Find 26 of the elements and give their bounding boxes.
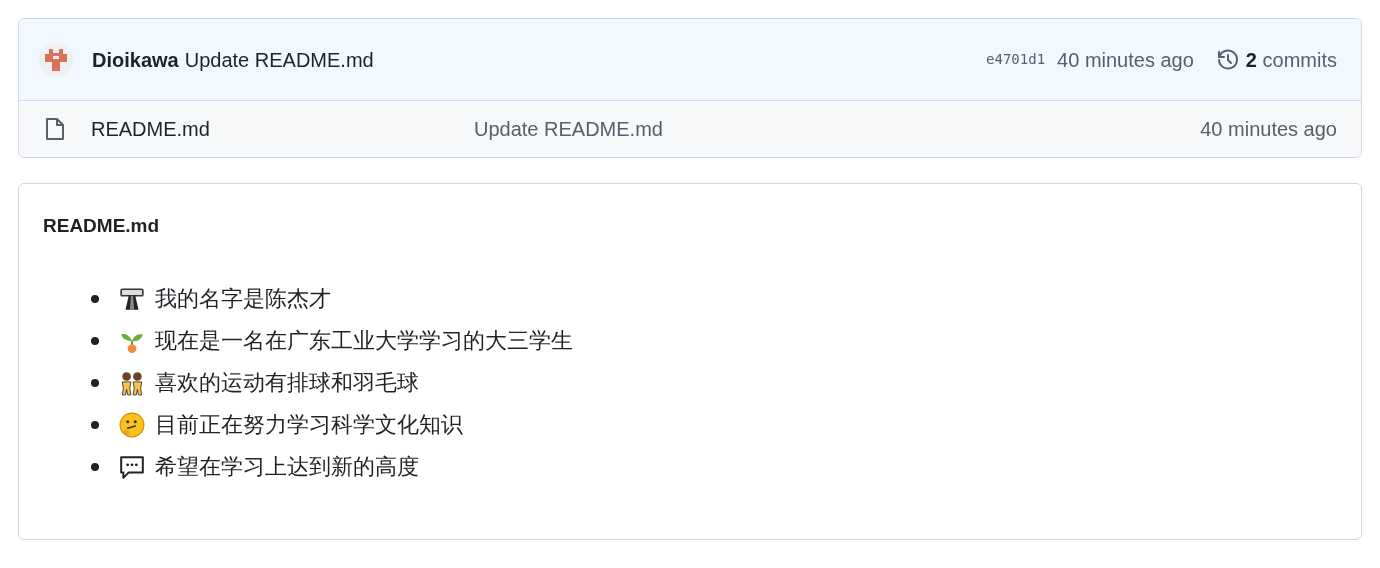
list-item-text: 希望在学习上达到新的高度 <box>155 453 419 481</box>
avatar-icon[interactable] <box>39 42 73 77</box>
file-name-link[interactable]: README.md <box>91 114 474 144</box>
speech-bubble-icon <box>119 453 145 480</box>
author-link[interactable]: Dioikawa <box>92 44 179 75</box>
thinking-face-icon <box>119 411 145 438</box>
list-item-text: 目前正在努力学习科学文化知识 <box>155 411 463 439</box>
telescope-icon <box>119 285 145 312</box>
history-icon <box>1215 47 1240 72</box>
file-time: 40 minutes ago <box>1200 117 1337 142</box>
list-item-text: 现在是一名在广东工业大学学习的大三学生 <box>155 327 573 355</box>
bullet-icon <box>91 462 99 471</box>
commits-link[interactable]: 2 commits <box>1215 44 1337 75</box>
bullet-icon <box>91 378 99 387</box>
file-icon <box>45 117 65 141</box>
two-people-icon <box>119 369 145 396</box>
list-item-text: 喜欢的运动有排球和羽毛球 <box>155 369 419 397</box>
commit-hash-link[interactable]: e4701d1 <box>986 49 1046 70</box>
bullet-icon <box>91 420 99 429</box>
commit-message-link[interactable]: Update README.md <box>184 44 374 75</box>
readme-title: README.md <box>43 214 161 238</box>
commit-time: 40 minutes ago <box>1057 47 1194 73</box>
bullet-icon <box>91 294 99 303</box>
file-commit-message-link[interactable]: Update README.md <box>474 114 663 144</box>
bullet-icon <box>91 336 99 345</box>
list-item-text: 我的名字是陈杰才 <box>155 285 331 313</box>
